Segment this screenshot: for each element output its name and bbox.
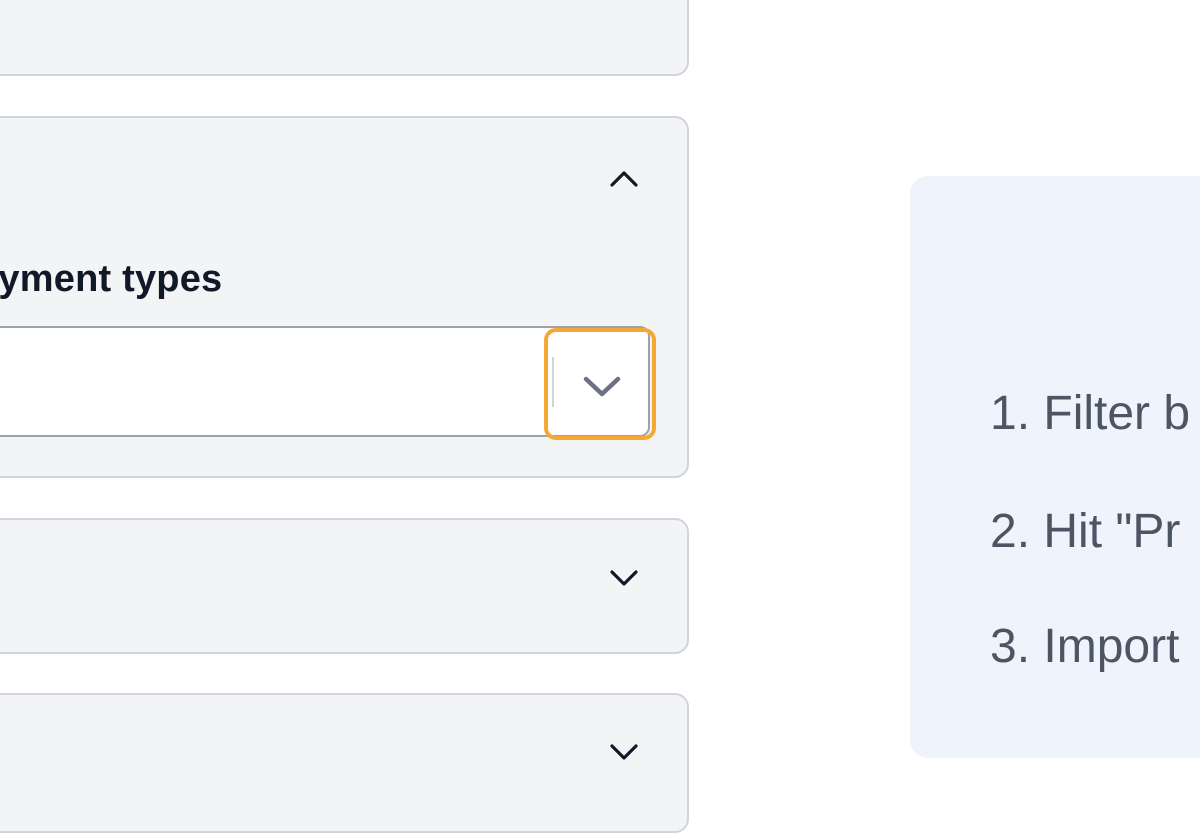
instructions-card: 1. Filter b 2. Hit "Pr 3. Import — [910, 176, 1200, 758]
chevron-down-icon — [583, 376, 621, 397]
settings-panel-top — [0, 0, 689, 76]
instruction-step: 2. Hit "Pr — [990, 505, 1181, 558]
chevron-up-icon[interactable] — [607, 161, 641, 195]
employment-types-label: oyment types — [0, 258, 223, 300]
chevron-down-icon[interactable] — [607, 561, 641, 595]
settings-panel-collapsed-1[interactable] — [0, 518, 689, 654]
chevron-down-icon[interactable] — [607, 735, 641, 769]
settings-panel-collapsed-2[interactable] — [0, 693, 689, 833]
select-dropdown-indicator[interactable] — [544, 328, 656, 440]
instruction-step: 3. Import — [990, 620, 1180, 673]
instruction-step: 1. Filter b — [990, 387, 1191, 440]
